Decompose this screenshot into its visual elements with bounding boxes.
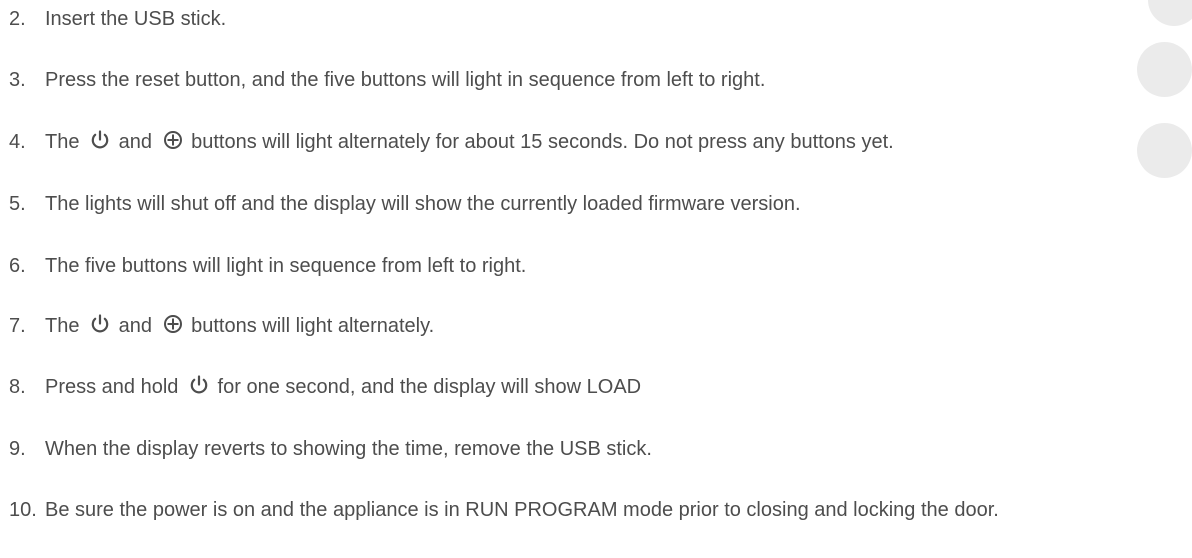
decorative-dot-top [1148, 0, 1192, 26]
step-text: The and buttons will light alternately. [45, 313, 434, 340]
power-icon [188, 375, 210, 395]
step-text-part: The [45, 315, 80, 337]
step-7: 7. The and buttons will light alternatel… [9, 313, 434, 340]
step-text-part: buttons will light alternately for about… [191, 131, 894, 153]
power-icon [89, 130, 111, 150]
step-text-part: The [45, 131, 80, 153]
step-8: 8. Press and hold for one second, and th… [9, 374, 641, 401]
step-3: 3. Press the reset button, and the five … [9, 67, 765, 94]
step-number: 10. [9, 499, 37, 521]
step-number: 5. [9, 193, 26, 215]
step-number: 2. [9, 8, 26, 30]
plus-circle-icon [162, 130, 184, 150]
step-text: The five buttons will light in sequence … [45, 255, 527, 277]
step-4: 4. The and buttons will light alternatel… [9, 129, 894, 156]
step-number: 3. [9, 69, 26, 91]
step-number: 6. [9, 255, 26, 277]
step-text-part: for one second, and the display will sho… [217, 376, 642, 398]
decorative-dot-bottom [1137, 123, 1192, 178]
step-text: Insert the USB stick. [45, 8, 227, 30]
step-5: 5. The lights will shut off and the disp… [9, 191, 801, 218]
step-text-part: Press and hold [45, 376, 179, 398]
step-text-part: and [118, 315, 152, 337]
step-text: Press and hold for one second, and the d… [45, 374, 641, 401]
decorative-dot-middle [1137, 42, 1192, 97]
step-number: 7. [9, 315, 26, 337]
step-10: 10. Be sure the power is on and the appl… [9, 497, 1009, 524]
step-text: Press the reset button, and the five but… [45, 69, 766, 91]
step-number: 8. [9, 376, 26, 398]
step-9: 9. When the display reverts to showing t… [9, 436, 652, 463]
step-number: 9. [9, 438, 26, 460]
step-text-part: and [118, 131, 152, 153]
plus-circle-icon [162, 314, 184, 334]
step-text: When the display reverts to showing the … [45, 438, 652, 460]
step-text-part: buttons will light alternately. [191, 315, 435, 337]
step-text: The lights will shut off and the display… [45, 193, 801, 215]
step-2: 2. Insert the USB stick. [9, 6, 226, 33]
step-text: Be sure the power is on and the applianc… [45, 499, 999, 521]
power-icon [89, 314, 111, 334]
step-text: The and buttons will light alternately f… [45, 129, 894, 156]
step-6: 6. The five buttons will light in sequen… [9, 253, 526, 280]
step-number: 4. [9, 131, 26, 153]
